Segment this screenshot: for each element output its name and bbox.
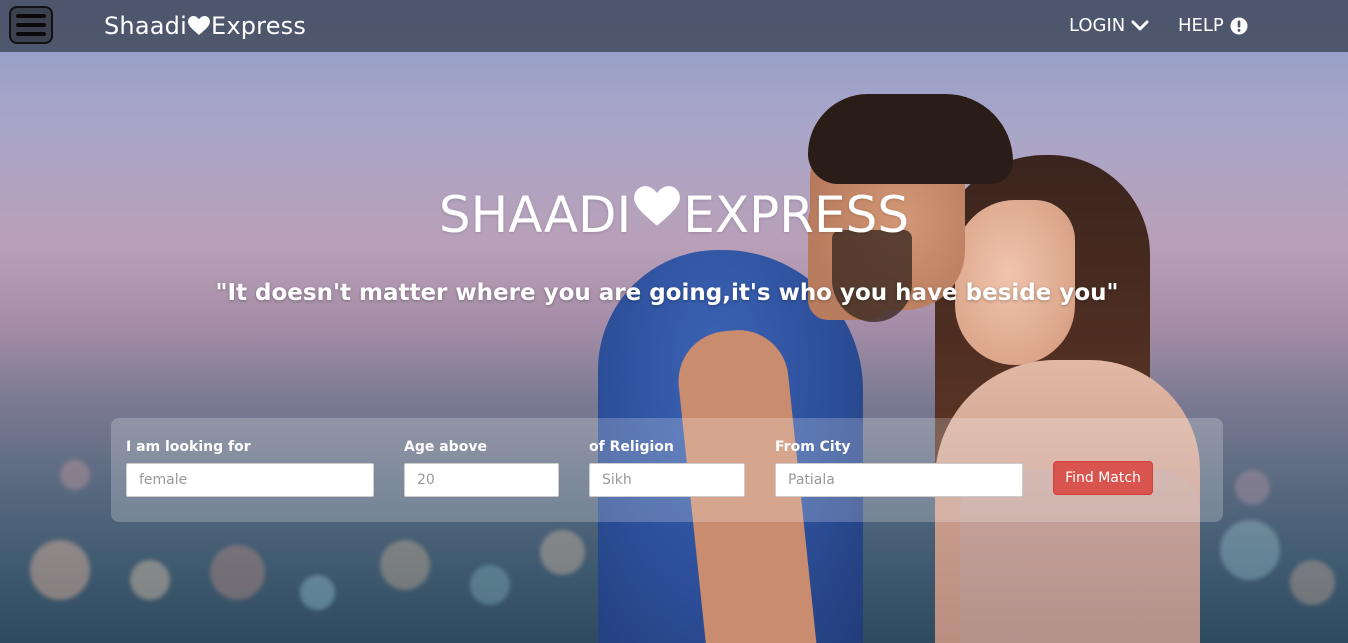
looking-for-field: I am looking for (126, 439, 374, 497)
age-field: Age above (404, 439, 559, 497)
hero-title-right: EXPRESS (683, 186, 910, 244)
hero-quote: "It doesn't matter where you are going,i… (215, 280, 1119, 306)
brand-text-left: Shaadi (104, 12, 187, 40)
find-match-button[interactable]: Find Match (1053, 461, 1153, 495)
city-input[interactable] (775, 463, 1023, 497)
menu-icon-bar (16, 23, 46, 27)
looking-for-label: I am looking for (126, 439, 251, 455)
religion-input[interactable] (589, 463, 745, 497)
religion-label: of Religion (589, 439, 674, 455)
brand-text-right: Express (210, 12, 307, 40)
city-label: From City (775, 439, 851, 455)
heart-icon (634, 186, 681, 226)
looking-for-input[interactable] (126, 463, 374, 497)
hero-title: SHAADI EXPRESS (0, 186, 1348, 244)
menu-icon-bar (16, 14, 46, 18)
age-label: Age above (404, 439, 487, 455)
chevron-down-icon (1131, 20, 1149, 30)
hero-background (0, 0, 1348, 643)
exclamation-circle-icon (1230, 17, 1248, 34)
age-input[interactable] (404, 463, 559, 497)
menu-icon-bar (16, 32, 46, 36)
help-label: HELP (1178, 15, 1224, 36)
couple-man-hair (808, 94, 1013, 184)
navbar: Shaadi Express LOGIN HELP (0, 0, 1348, 52)
search-panel: I am looking for Age above of Religion F… (111, 418, 1223, 522)
religion-field: of Religion (589, 439, 745, 497)
hero-title-left: SHAADI (438, 186, 632, 244)
login-label: LOGIN (1069, 15, 1126, 36)
help-link[interactable]: HELP (1178, 15, 1248, 36)
heart-icon (187, 16, 210, 35)
city-field: From City (775, 439, 1023, 497)
login-menu[interactable]: LOGIN (1069, 15, 1149, 36)
brand-logo[interactable]: Shaadi Express (104, 12, 306, 40)
menu-button[interactable] (9, 6, 53, 44)
